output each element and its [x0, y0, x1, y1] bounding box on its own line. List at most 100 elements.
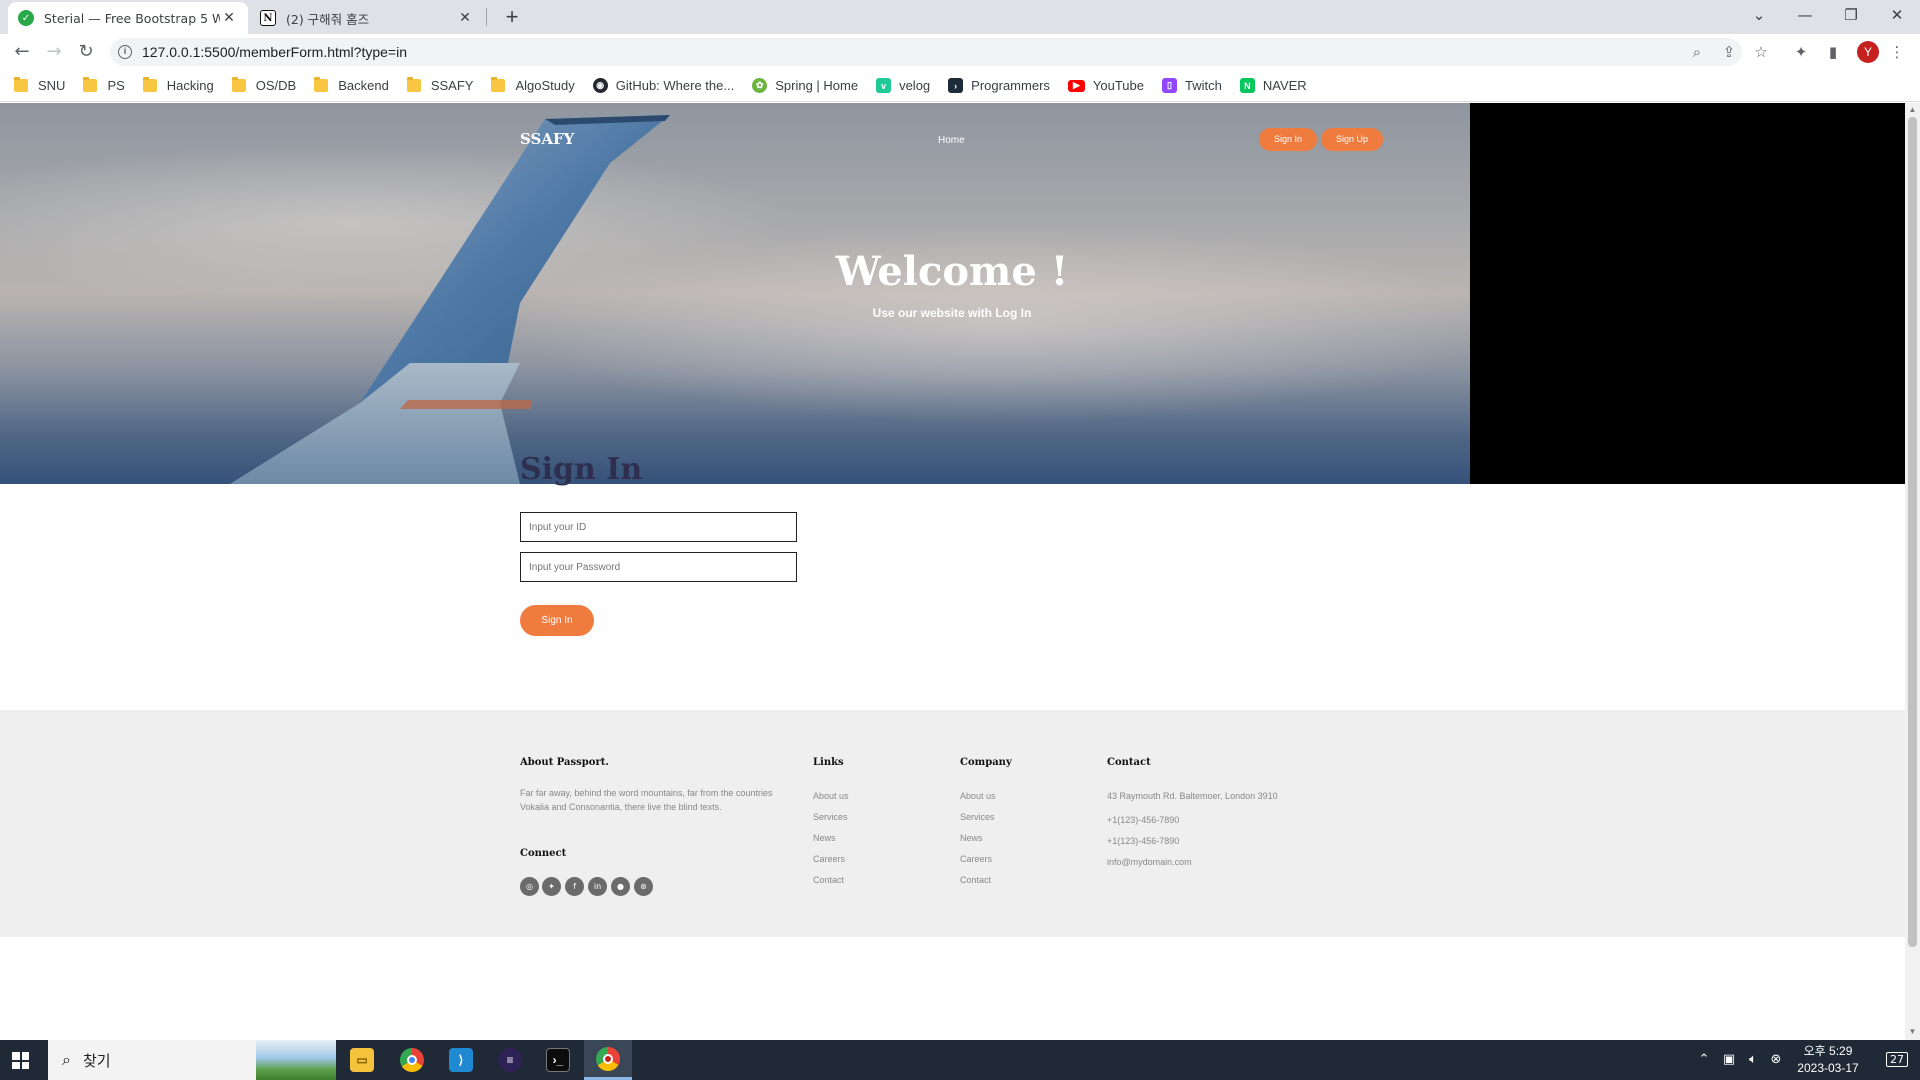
nav-home-link[interactable]: Home — [938, 135, 965, 146]
id-input[interactable] — [520, 512, 797, 542]
hero-banner — [0, 103, 1470, 484]
share-icon[interactable]: ⇪ — [1716, 38, 1742, 66]
bookmark-osdb[interactable]: OS/DB — [231, 77, 296, 93]
folder-icon — [314, 77, 329, 92]
youtube-icon: ▶ — [1067, 79, 1085, 92]
profile-avatar[interactable]: Y — [1857, 41, 1879, 63]
chrome-icon[interactable] — [388, 1040, 436, 1080]
bookmark-github[interactable]: ◉ GitHub: Where the... — [592, 78, 735, 93]
tab-strip: ✓ Sterial — Free Bootstrap 5 Website ✕ N… — [0, 0, 1920, 34]
forward-arrow-icon[interactable]: → — [40, 38, 68, 66]
address-bar[interactable]: i 127.0.0.1:5500/memberForm.html?type=in — [110, 38, 1742, 66]
facebook-icon[interactable]: f — [565, 877, 584, 896]
footer-link[interactable]: Contact — [813, 875, 844, 885]
footer-link[interactable]: Services — [813, 812, 848, 822]
site-info-icon[interactable]: i — [118, 45, 132, 59]
tab-search-chevron-icon[interactable]: ⌄ — [1736, 0, 1782, 30]
bookmark-youtube[interactable]: ▶ YouTube — [1067, 78, 1144, 93]
bookmark-algostudy[interactable]: AlgoStudy — [491, 77, 575, 93]
folder-icon — [231, 77, 246, 92]
show-hidden-icons-chevron-icon[interactable]: ⌃ — [1694, 1040, 1714, 1080]
hero-overflow-area — [1470, 103, 1905, 484]
footer-about-heading: About Passport. — [520, 757, 609, 768]
close-window-button[interactable]: ✕ — [1874, 0, 1920, 30]
restore-button[interactable]: ❐ — [1828, 0, 1874, 30]
footer-company-link[interactable]: Careers — [960, 854, 992, 864]
bookmark-ssafy[interactable]: SSAFY — [406, 77, 473, 93]
footer-phone[interactable]: +1(123)-456-7890 — [1107, 815, 1179, 825]
bookmark-label: Programmers — [971, 78, 1050, 93]
eclipse-icon[interactable]: ≡ — [486, 1040, 534, 1080]
search-highlight-image — [256, 1040, 336, 1080]
side-panel-icon[interactable]: ▮ — [1820, 38, 1846, 66]
minimize-button[interactable]: — — [1782, 0, 1828, 30]
linkedin-icon[interactable]: in — [588, 877, 607, 896]
menu-kebab-icon[interactable]: ⋮ — [1884, 38, 1910, 66]
programmers-icon: › — [948, 78, 964, 93]
footer-company-link[interactable]: Contact — [960, 875, 991, 885]
bookmark-label: GitHub: Where the... — [615, 78, 735, 93]
site-logo[interactable]: SSAFY — [520, 130, 574, 148]
tab-sterial[interactable]: ✓ Sterial — Free Bootstrap 5 Website ✕ — [8, 2, 248, 34]
bookmark-snu[interactable]: SNU — [14, 77, 66, 93]
sterial-favicon-icon: ✓ — [18, 10, 34, 26]
pinterest-icon[interactable]: ● — [611, 877, 630, 896]
windows-start-icon[interactable] — [12, 1052, 29, 1069]
footer-link[interactable]: News — [813, 833, 836, 843]
instagram-icon[interactable]: ◎ — [520, 877, 539, 896]
close-tab-icon[interactable]: ✕ — [456, 10, 474, 26]
windows-taskbar: ⌕ 찾기 ▭ ⟩ ≡ ›_ ⌃ ▣ 🔈︎ ⊗ 오후 5:29 2023-03-1… — [0, 1040, 1920, 1080]
network-icon[interactable]: ▣ — [1718, 1040, 1740, 1080]
footer-link[interactable]: About us — [813, 791, 849, 801]
bookmark-label: Spring | Home — [775, 78, 859, 93]
bookmark-label: Twitch — [1185, 78, 1222, 93]
volume-icon[interactable]: 🔈︎ — [1742, 1040, 1764, 1080]
bookmark-twitch[interactable]: ▯ Twitch — [1162, 78, 1222, 93]
footer — [0, 710, 1905, 937]
scrollbar-thumb[interactable] — [1908, 117, 1917, 947]
vscode-icon[interactable]: ⟩ — [437, 1040, 485, 1080]
airplane-wing-image — [230, 115, 670, 484]
footer-company-link[interactable]: About us — [960, 791, 996, 801]
bookmark-label: YouTube — [1092, 78, 1144, 93]
bookmark-ps[interactable]: PS — [83, 77, 125, 93]
taskbar-search-box[interactable]: ⌕ 찾기 — [48, 1040, 336, 1080]
terminal-icon[interactable]: ›_ — [534, 1040, 582, 1080]
zoom-icon[interactable]: ⌕ — [1684, 38, 1710, 66]
password-input[interactable] — [520, 552, 797, 582]
bookmark-velog[interactable]: v velog — [876, 78, 930, 93]
header-sign-up-button[interactable]: Sign Up — [1321, 128, 1383, 151]
tab-notion[interactable]: N (2) 구해줘 홈즈 ✕ — [250, 2, 484, 34]
footer-link[interactable]: Careers — [813, 854, 845, 864]
extensions-puzzle-icon[interactable]: ✦ — [1788, 38, 1814, 66]
footer-email[interactable]: info@mydomain.com — [1107, 857, 1192, 867]
bookmark-spring[interactable]: ✿ Spring | Home — [752, 78, 858, 93]
scroll-up-arrow-icon[interactable]: ▲ — [1908, 105, 1917, 115]
new-tab-button[interactable]: + — [498, 3, 526, 31]
taskbar-clock[interactable]: 오후 5:29 2023-03-17 — [1780, 1043, 1876, 1077]
dribbble-icon[interactable]: ⊛ — [634, 877, 653, 896]
header-sign-in-button[interactable]: Sign In — [1259, 128, 1317, 151]
bookmark-backend[interactable]: Backend — [314, 77, 389, 93]
footer-company-link[interactable]: Services — [960, 812, 995, 822]
bookmark-naver[interactable]: N NAVER — [1239, 78, 1307, 93]
chrome-profile-icon[interactable] — [584, 1040, 632, 1080]
bookmark-star-icon[interactable]: ☆ — [1748, 38, 1774, 66]
page-scrollbar[interactable]: ▲ ▼ — [1905, 103, 1920, 1040]
bookmark-hacking[interactable]: Hacking — [142, 77, 214, 93]
velog-icon: v — [876, 78, 892, 93]
footer-company-link[interactable]: News — [960, 833, 983, 843]
scroll-down-arrow-icon[interactable]: ▼ — [1908, 1027, 1917, 1037]
sign-in-submit-button[interactable]: Sign In — [520, 605, 594, 636]
notification-count: 27 — [1886, 1052, 1908, 1067]
back-arrow-icon[interactable]: ← — [8, 38, 36, 66]
notification-center-icon[interactable]: 27 — [1880, 1040, 1914, 1080]
bookmark-label: Hacking — [166, 78, 214, 93]
bookmark-label: SNU — [38, 78, 66, 93]
reload-icon[interactable]: ↻ — [72, 38, 100, 66]
footer-phone[interactable]: +1(123)-456-7890 — [1107, 836, 1179, 846]
close-tab-icon[interactable]: ✕ — [220, 10, 238, 26]
bookmark-programmers[interactable]: › Programmers — [948, 78, 1050, 93]
file-explorer-icon[interactable]: ▭ — [338, 1040, 386, 1080]
twitter-icon[interactable]: ✦ — [542, 877, 561, 896]
